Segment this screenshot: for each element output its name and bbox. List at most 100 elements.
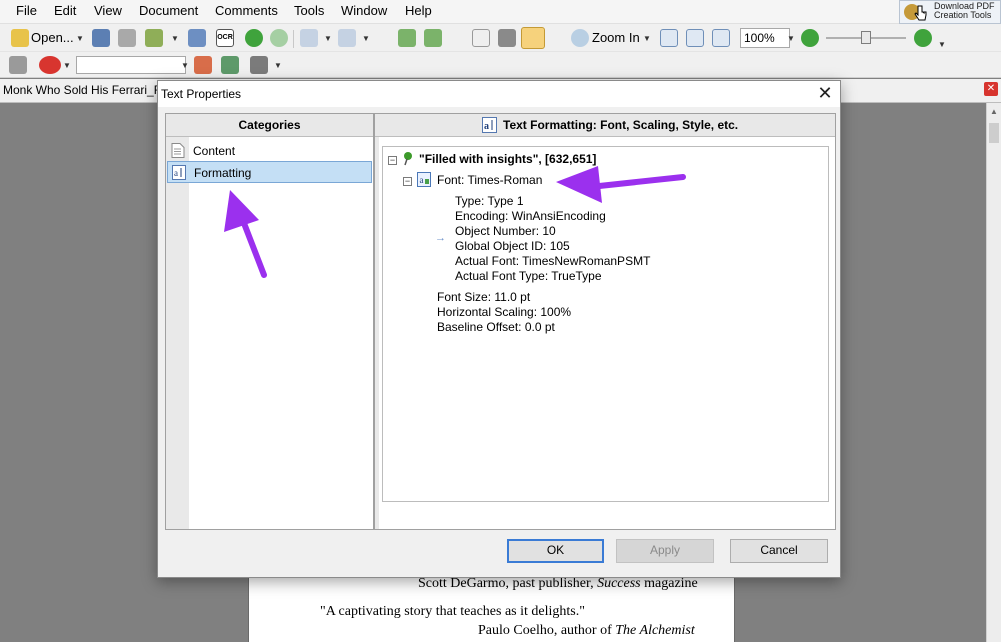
undo-dropdown-icon[interactable]: ▼ bbox=[324, 34, 332, 43]
fit-page-icon[interactable] bbox=[686, 29, 704, 47]
search-dropdown-icon[interactable]: ▼ bbox=[181, 61, 189, 70]
save-icon[interactable] bbox=[92, 29, 110, 47]
tree-root-label[interactable]: "Filled with insights", [632,651] bbox=[419, 152, 596, 166]
svg-text:a: a bbox=[420, 175, 424, 185]
ok-button[interactable]: OK bbox=[507, 539, 604, 563]
zoom-plus-icon[interactable] bbox=[914, 29, 932, 47]
zoom-out-icon[interactable] bbox=[801, 29, 819, 47]
page-quote-attribution-1: Scott DeGarmo, past publisher, Success m… bbox=[418, 576, 698, 591]
page-quote-attribution-2: Paulo Coelho, author of The Alchemist bbox=[478, 623, 695, 638]
menu-tools[interactable]: Tools bbox=[294, 3, 324, 18]
menu-document[interactable]: Document bbox=[139, 3, 198, 18]
dialog-close-icon[interactable]: ✕ bbox=[814, 83, 836, 105]
forward-arrow-icon[interactable] bbox=[270, 29, 288, 47]
category-formatting[interactable]: a Formatting bbox=[167, 161, 372, 183]
print-icon[interactable] bbox=[118, 29, 136, 47]
vertical-scrollbar[interactable]: ▲ bbox=[986, 103, 1001, 642]
menu-bar: File Edit View Document Comments Tools W… bbox=[0, 0, 1001, 24]
formatting-panel-header: a Text Formatting: Font, Scaling, Style,… bbox=[375, 114, 835, 137]
zoom-level-dropdown-icon[interactable]: ▼ bbox=[787, 34, 795, 43]
stamp-dropdown-icon[interactable]: ▼ bbox=[274, 61, 282, 70]
text-formatting-icon: a bbox=[172, 165, 186, 180]
redo-icon[interactable] bbox=[338, 29, 356, 47]
font-detail-actual-type: Actual Font Type: TrueType bbox=[455, 269, 602, 283]
tools-dropdown-icon[interactable]: ▼ bbox=[171, 34, 179, 43]
tools-bag-icon[interactable] bbox=[145, 29, 163, 47]
document-tab-title[interactable]: Monk Who Sold His Ferrari_R bbox=[3, 83, 162, 97]
open-dropdown-icon[interactable]: ▼ bbox=[76, 34, 84, 43]
menu-comments[interactable]: Comments bbox=[215, 3, 278, 18]
menu-help[interactable]: Help bbox=[405, 3, 432, 18]
dialog-title-bar[interactable]: Text Properties ✕ bbox=[158, 81, 840, 107]
hand-cursor-icon bbox=[914, 5, 927, 21]
snapshot-icon[interactable] bbox=[498, 29, 516, 47]
ocr-icon[interactable]: OCR bbox=[216, 29, 234, 47]
open-folder-icon[interactable] bbox=[11, 29, 29, 47]
formatting-panel-title: Text Formatting: Font, Scaling, Style, e… bbox=[503, 118, 739, 132]
properties-tree[interactable]: − "Filled with insights", [632,651] − a … bbox=[382, 146, 829, 502]
zoom-tool-dropdown-icon[interactable]: ▼ bbox=[643, 34, 651, 43]
zoom-slider-handle[interactable] bbox=[861, 31, 871, 44]
select-text-tool-icon[interactable] bbox=[521, 27, 545, 49]
category-label: Formatting bbox=[194, 166, 252, 180]
collapse-root-icon[interactable]: − bbox=[388, 156, 397, 165]
metric-baseline-offset: Baseline Offset: 0.0 pt bbox=[437, 320, 555, 334]
download-line-2: Creation Tools bbox=[934, 10, 992, 20]
pin-icon bbox=[404, 152, 412, 166]
back-arrow-icon[interactable] bbox=[245, 29, 263, 47]
zoom-in-label[interactable]: Zoom In bbox=[592, 30, 640, 45]
category-content[interactable]: Content bbox=[167, 140, 372, 162]
zoom-in-icon[interactable] bbox=[571, 29, 589, 47]
search-previous-icon[interactable] bbox=[194, 56, 212, 74]
menu-edit[interactable]: Edit bbox=[54, 3, 76, 18]
categories-panel: Categories Content a Formatting bbox=[165, 113, 374, 530]
font-detail-encoding: Encoding: WinAnsiEncoding bbox=[455, 209, 606, 223]
close-document-icon[interactable]: ✕ bbox=[984, 82, 998, 96]
font-detail-type: Type: Type 1 bbox=[455, 194, 524, 208]
toolbar-separator bbox=[293, 30, 294, 48]
text-properties-dialog: Text Properties ✕ Categories Content a F… bbox=[157, 80, 841, 578]
rotate-right-icon[interactable] bbox=[424, 29, 442, 47]
search-next-icon[interactable] bbox=[221, 56, 239, 74]
collapse-font-icon[interactable]: − bbox=[403, 177, 412, 186]
category-label: Content bbox=[193, 144, 236, 158]
metric-font-size: Font Size: 11.0 pt bbox=[437, 290, 531, 304]
scrollbar-thumb[interactable] bbox=[989, 123, 999, 143]
download-pdf-tools-button[interactable]: Download PDF Creation Tools bbox=[899, 0, 1001, 24]
font-detail-global-id: Global Object ID: 105 bbox=[455, 239, 570, 253]
actual-size-icon[interactable] bbox=[660, 29, 678, 47]
redo-dropdown-icon[interactable]: ▼ bbox=[362, 34, 370, 43]
toolbar-overflow-icon[interactable]: ▼ bbox=[938, 40, 946, 49]
undo-icon[interactable] bbox=[300, 29, 318, 47]
menu-window[interactable]: Window bbox=[341, 3, 387, 18]
scroll-up-icon[interactable]: ▲ bbox=[990, 107, 998, 116]
text-formatting-icon: a bbox=[482, 117, 497, 133]
categories-gutter bbox=[166, 137, 189, 529]
dialog-title: Text Properties bbox=[161, 87, 242, 101]
metric-horizontal-scaling: Horizontal Scaling: 100% bbox=[437, 305, 572, 319]
binoculars-icon[interactable] bbox=[9, 56, 27, 74]
rotate-left-icon[interactable] bbox=[398, 29, 416, 47]
tree-font-label[interactable]: Font: Times-Roman bbox=[437, 173, 542, 187]
svg-text:a: a bbox=[484, 121, 489, 132]
menu-file[interactable]: File bbox=[16, 3, 37, 18]
font-detail-object-number: Object Number: 10 bbox=[455, 224, 556, 238]
hand-tool-icon[interactable] bbox=[472, 29, 490, 47]
font-node-icon: a bbox=[417, 172, 431, 187]
svg-text:a: a bbox=[174, 168, 178, 178]
search-document-icon[interactable] bbox=[188, 29, 206, 47]
fit-width-icon[interactable] bbox=[712, 29, 730, 47]
menu-view[interactable]: View bbox=[94, 3, 122, 18]
content-page-icon bbox=[171, 143, 185, 158]
formatting-gutter bbox=[375, 137, 379, 529]
categories-header: Categories bbox=[166, 114, 373, 137]
open-button-label[interactable]: Open... bbox=[31, 30, 74, 45]
stamp-tool-icon[interactable] bbox=[250, 56, 268, 74]
search-input[interactable] bbox=[76, 56, 186, 74]
ask-dropdown-icon[interactable]: ▼ bbox=[63, 61, 71, 70]
formatting-panel: a Text Formatting: Font, Scaling, Style,… bbox=[374, 113, 836, 530]
ask-search-icon[interactable] bbox=[39, 56, 61, 74]
apply-button[interactable]: Apply bbox=[616, 539, 714, 563]
zoom-level-input[interactable]: 100% bbox=[740, 28, 790, 48]
cancel-button[interactable]: Cancel bbox=[730, 539, 828, 563]
